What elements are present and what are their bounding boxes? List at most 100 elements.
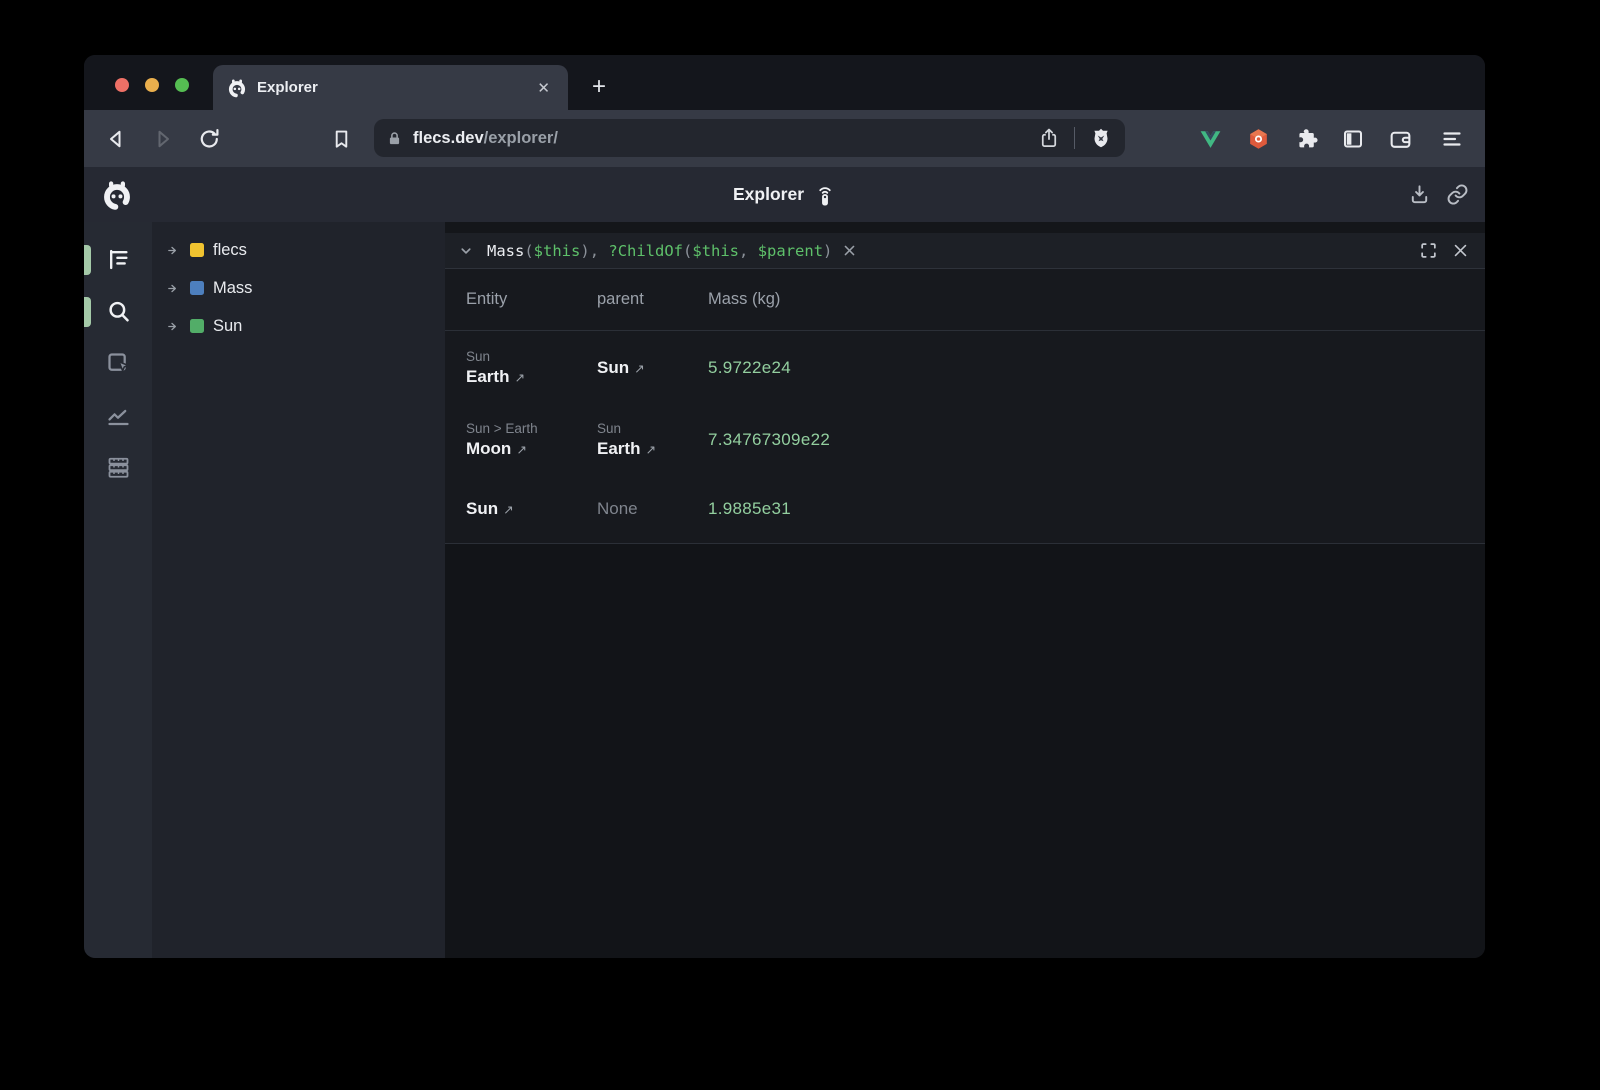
menu-icon[interactable] [1440, 127, 1464, 151]
parent-cell: Sun Earth ↗ [597, 421, 708, 459]
mass-value: 7.34767309e22 [708, 430, 1485, 450]
url-path: /explorer/ [484, 129, 558, 148]
puzzle-extensions-icon[interactable] [1294, 126, 1319, 151]
parent-link[interactable]: Earth ↗ [597, 439, 708, 459]
entity-link[interactable]: Earth ↗ [466, 367, 597, 387]
expand-arrow-icon[interactable] [166, 319, 181, 334]
entity-path: Sun [466, 349, 597, 364]
explorer-content: flecs Mass Sun Mass($this), ?ChildOf($th… [84, 222, 1485, 958]
url-host: flecs.dev [413, 129, 484, 148]
wallet-icon[interactable] [1388, 126, 1413, 151]
chart-panel-icon[interactable] [103, 400, 133, 430]
macos-minimize-button[interactable] [145, 78, 159, 92]
open-link-icon[interactable]: ↗ [634, 361, 644, 376]
browser-toolbar: flecs.dev/explorer/ [84, 110, 1485, 167]
entity-link[interactable]: Moon ↗ [466, 439, 597, 459]
parent-name: Earth [597, 439, 640, 459]
tree-item-label: Sun [213, 317, 242, 336]
entity-color-chip [190, 319, 204, 333]
entity-name: Sun [466, 499, 498, 519]
inspector-panel-icon[interactable] [103, 348, 133, 378]
entity-name: Moon [466, 439, 511, 459]
parent-name: None [597, 499, 638, 519]
tab-close-icon[interactable]: ✕ [533, 77, 554, 99]
entity-cell: Sun > Earth Moon ↗ [466, 421, 597, 459]
table-header-row: Entity parent Mass (kg) [445, 269, 1485, 331]
empty-results-area [445, 544, 1485, 958]
table-body: Sun Earth ↗ Sun ↗ 5.9722e24 Sun > Earth … [445, 331, 1485, 543]
download-icon[interactable] [1408, 183, 1431, 206]
panel-iconbar [84, 222, 152, 958]
browser-tab-bar: Explorer ✕ + [84, 55, 1485, 110]
divider [1074, 127, 1076, 149]
open-link-icon[interactable]: ↗ [516, 442, 526, 457]
new-tab-button[interactable]: + [586, 73, 612, 101]
tree-item[interactable]: Mass [152, 269, 445, 307]
hexagon-extension-icon[interactable] [1246, 126, 1271, 151]
bookmark-icon[interactable] [330, 127, 353, 150]
parent-link[interactable]: None [597, 499, 708, 519]
open-link-icon[interactable]: ↗ [514, 370, 524, 385]
entity-name: Earth [466, 367, 509, 387]
column-header-parent: parent [597, 290, 708, 309]
brave-shield-icon[interactable] [1089, 126, 1113, 150]
expand-arrow-icon[interactable] [166, 243, 181, 258]
query-results-table: Entity parent Mass (kg) Sun Earth ↗ Sun … [445, 269, 1485, 544]
query-clear-icon[interactable] [842, 243, 857, 258]
tree-panel-icon[interactable] [103, 244, 133, 274]
browser-tab[interactable]: Explorer ✕ [213, 65, 568, 110]
open-link-icon[interactable]: ↗ [645, 442, 655, 457]
mass-value: 5.9722e24 [708, 358, 1485, 378]
back-icon[interactable] [104, 127, 128, 151]
link-icon[interactable] [1446, 183, 1469, 206]
stats-panel-icon[interactable] [103, 452, 133, 482]
forward-icon[interactable] [151, 127, 175, 151]
fullscreen-icon[interactable] [1419, 241, 1438, 260]
sidebar-toggle-icon[interactable] [1341, 127, 1365, 151]
url-bar[interactable]: flecs.dev/explorer/ [374, 119, 1125, 157]
parent-cell: None [597, 499, 708, 519]
table-row: Sun > Earth Moon ↗ Sun Earth ↗ 7.3476730… [445, 405, 1485, 475]
parent-link[interactable]: Sun ↗ [597, 358, 708, 378]
active-panel-indicator [84, 245, 91, 275]
chevron-down-icon[interactable] [457, 242, 475, 260]
table-row: Sun ↗ None 1.9885e31 [445, 475, 1485, 543]
browser-window: Explorer ✕ + flecs.dev/explorer/ [84, 55, 1485, 958]
macos-close-button[interactable] [115, 78, 129, 92]
entity-cell: Sun ↗ [466, 499, 597, 519]
tree-item[interactable]: Sun [152, 307, 445, 345]
entity-cell: Sun Earth ↗ [466, 349, 597, 387]
tab-favicon-flecs-logo [227, 78, 247, 98]
entity-tree: flecs Mass Sun [152, 222, 445, 958]
column-header-mass: Mass (kg) [708, 290, 1485, 309]
tab-title: Explorer [257, 79, 533, 96]
vue-extension-icon[interactable] [1198, 126, 1223, 151]
mass-value: 1.9885e31 [708, 499, 1485, 519]
parent-cell: Sun ↗ [597, 358, 708, 378]
close-panel-icon[interactable] [1452, 242, 1469, 259]
tree-item-label: flecs [213, 241, 247, 260]
search-panel-icon[interactable] [103, 296, 133, 326]
active-panel-indicator [84, 297, 91, 327]
entity-color-chip [190, 243, 204, 257]
parent-name: Sun [597, 358, 629, 378]
open-link-icon[interactable]: ↗ [503, 502, 513, 517]
lock-icon [386, 130, 403, 147]
expand-arrow-icon[interactable] [166, 281, 181, 296]
tree-item[interactable]: flecs [152, 231, 445, 269]
query-bar: Mass($this), ?ChildOf($this, $parent) [445, 233, 1485, 269]
entity-path: Sun > Earth [466, 421, 597, 436]
query-panel: Mass($this), ?ChildOf($this, $parent) En [445, 222, 1485, 958]
share-icon[interactable] [1038, 127, 1060, 149]
parent-path: Sun [597, 421, 708, 436]
refresh-icon[interactable] [197, 126, 222, 151]
remote-connection-icon[interactable] [814, 182, 836, 208]
query-expression[interactable]: Mass($this), ?ChildOf($this, $parent) [487, 242, 832, 260]
table-row: Sun Earth ↗ Sun ↗ 5.9722e24 [445, 331, 1485, 405]
entity-color-chip [190, 281, 204, 295]
column-header-entity: Entity [466, 290, 597, 309]
entity-link[interactable]: Sun ↗ [466, 499, 597, 519]
explorer-app-header: Explorer [84, 167, 1485, 222]
tree-item-label: Mass [213, 279, 252, 298]
macos-zoom-button[interactable] [175, 78, 189, 92]
